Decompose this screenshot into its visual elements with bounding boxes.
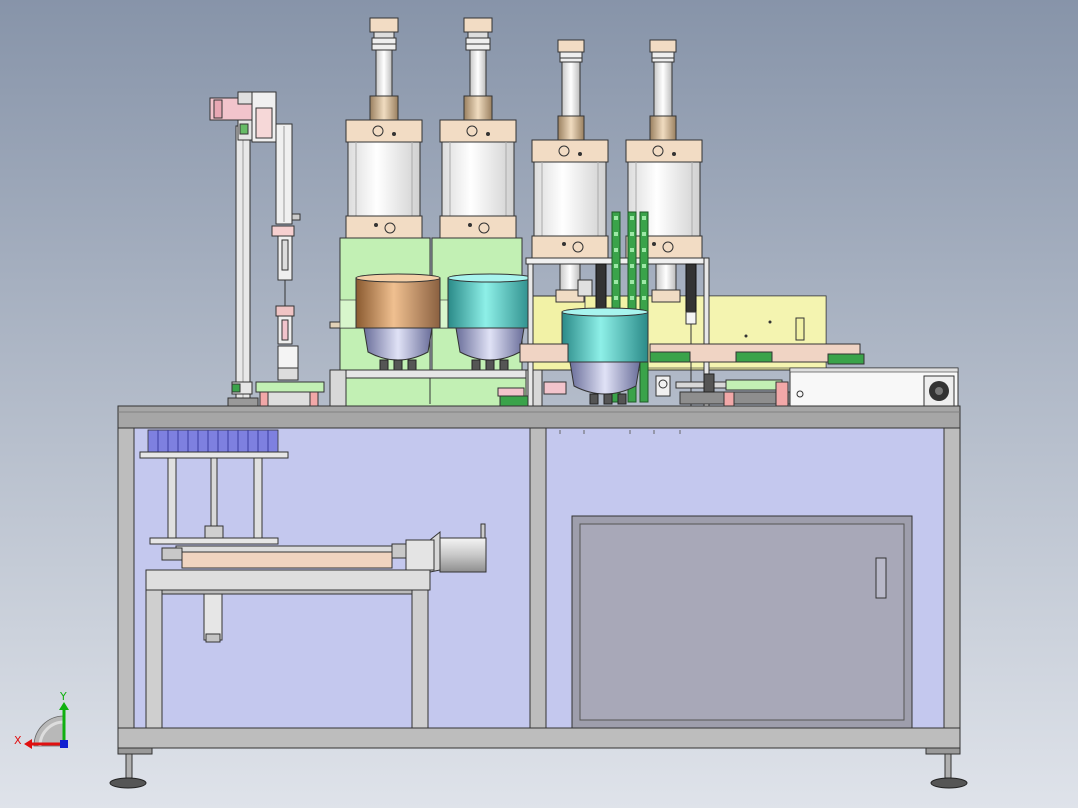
cad-viewport[interactable]: X Y xyxy=(0,0,1078,808)
frame-leg-right xyxy=(943,427,961,749)
door-handle xyxy=(875,557,887,599)
y-axis-label: Y xyxy=(59,690,67,703)
frame-leg-left xyxy=(117,427,135,749)
bowl-base-left xyxy=(329,369,543,407)
electric-control-box xyxy=(789,367,959,407)
frame-leg-middle xyxy=(529,427,547,749)
cabinet-door xyxy=(571,515,913,729)
tabletop xyxy=(117,405,961,429)
machine-frame xyxy=(109,405,968,789)
frame-bottom-rail xyxy=(117,727,961,749)
x-axis-label: X xyxy=(14,734,22,747)
heat-sink-fins xyxy=(147,429,279,453)
machine-assembly-drawing: X Y xyxy=(0,0,1078,808)
lower-table-top xyxy=(145,569,431,591)
z-axis-marker xyxy=(60,740,68,748)
